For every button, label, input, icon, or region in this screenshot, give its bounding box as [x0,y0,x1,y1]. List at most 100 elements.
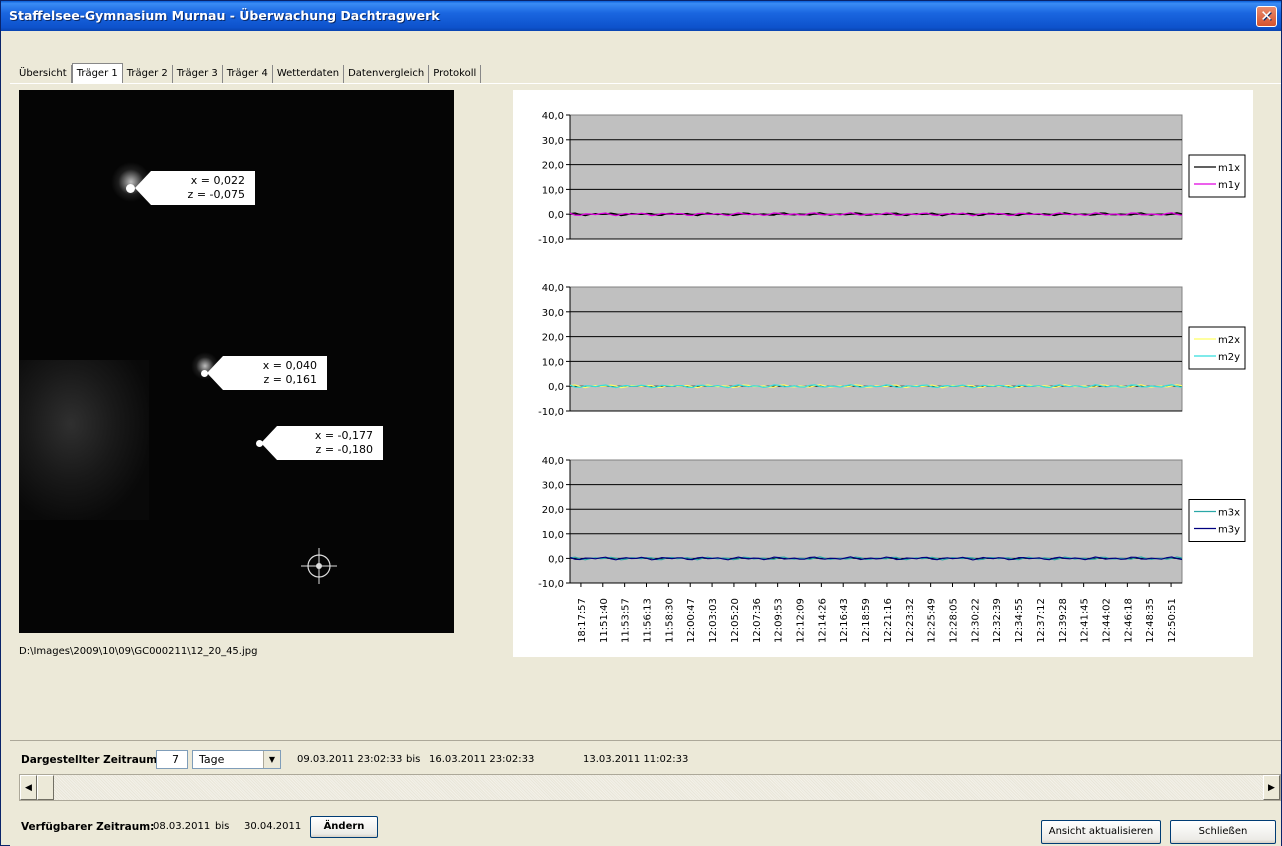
scroll-thumb[interactable] [37,775,54,800]
legend: m1x m1y [1188,154,1246,198]
marker-callout: x = 0,022 z = -0,075 [135,171,255,205]
close-window-button[interactable]: ✕ [1256,6,1277,27]
y-tick-label: 20,0 [542,161,564,172]
scroll-right-button[interactable]: ▶ [1263,775,1280,800]
tab-4[interactable]: Träger 4 [223,65,273,83]
image-file-path: D:\Images\2009\10\09\GC000211\12_20_45.j… [19,646,258,657]
available-from-date: 08.03.2011 [153,821,211,832]
marker-z-value: z = 0,161 [263,373,317,386]
tab-3[interactable]: Träger 3 [173,65,223,83]
tab-1[interactable]: Träger 1 [71,63,123,83]
x-tick-label: 12:05:20 [730,598,741,643]
image-shadow-area [19,360,149,520]
x-tick-label: 12:03:03 [708,598,719,643]
chart-panel-2: 40,0 30,0 20,0 10,0 0,0 -10,0 m2x m2y [538,283,1246,418]
scroll-left-button[interactable]: ◀ [20,775,37,800]
legend-label: m2y [1218,352,1240,363]
title-bar: Staffelsee-Gymnasium Murnau - Überwachun… [1,1,1281,31]
x-tick-label: 12:41:45 [1080,598,1091,643]
x-tick-label: 12:48:35 [1145,598,1156,643]
range-unit-select[interactable]: Tage ▼ [192,750,281,769]
chart-panel-3: 40,0 30,0 20,0 10,0 0,0 -10,0 m3x m3y 18:17:57 11… [538,456,1246,643]
app-window: Staffelsee-Gymnasium Murnau - Überwachun… [0,0,1282,846]
change-button[interactable]: Ändern [310,816,378,838]
y-tick-label: 40,0 [542,111,564,122]
marker-dot [201,370,208,377]
y-tick-label: 40,0 [542,456,564,467]
x-tick-label: 12:21:16 [883,598,894,643]
legend: m3x m3y [1188,499,1246,542]
chart-panel-1: 40,0 30,0 20,0 10,0 0,0 -10,0 m1x m1y [538,111,1246,246]
x-tick-label: 12:00:47 [686,598,697,643]
x-tick-label: 11:56:13 [643,598,654,643]
plot-background [569,286,1183,412]
x-tick-label: 12:07:36 [752,598,763,643]
available-to-date: 30.04.2011 [244,821,302,832]
x-tick-label: 12:12:09 [796,598,807,643]
x-tick-label: 12:28:05 [949,598,960,643]
marker-callout: x = -0,177 z = -0,180 [261,426,383,460]
x-tick-label: 12:30:22 [970,598,981,643]
y-tick-label: 20,0 [542,505,564,516]
tab-2[interactable]: Träger 2 [123,65,173,83]
y-tick-label: 10,0 [542,357,564,368]
x-tick-label: 11:53:57 [621,598,632,643]
y-tick-label: 20,0 [542,333,564,344]
y-tick-label: 40,0 [542,283,564,294]
range-label: Dargestellter Zeitraum: [21,754,162,766]
time-scrollbar[interactable]: ◀ ▶ [19,774,1281,801]
available-range-label: Verfügbarer Zeitraum: [21,821,155,833]
range-days-input[interactable]: 7 [156,750,188,769]
legend-label: m3y [1218,525,1240,536]
x-tick-label: 12:25:49 [927,598,938,643]
tab-6[interactable]: Datenvergleich [344,65,430,83]
marker-x-value: x = -0,177 [314,429,373,442]
y-tick-label: 30,0 [542,308,564,319]
y-tick-label: 0,0 [548,210,564,221]
legend-label: m1x [1218,163,1240,174]
current-time: 13.03.2011 11:02:33 [583,754,689,765]
charts-svg: 40,0 30,0 20,0 10,0 0,0 -10,0 m1x m1y 40,0 30,0 20… [538,111,1246,643]
tab-strip: Übersicht Träger 1 Träger 2 Träger 3 Träger … [15,63,482,83]
legend-label: m2x [1218,335,1240,346]
legend-label: m3x [1218,508,1240,519]
legend: m2x m2y [1188,326,1246,370]
y-tick-label: -10,0 [538,407,564,418]
marker-x-value: x = 0,022 [190,174,245,187]
x-tick-label: 12:46:18 [1123,598,1134,643]
legend-label: m1y [1218,180,1240,191]
plot-background [569,459,1183,584]
marker-z-value: z = -0,075 [187,188,245,201]
x-tick-label: 12:44:02 [1102,598,1113,643]
x-tick-label: 12:50:51 [1167,598,1178,643]
marker-dot [126,184,135,193]
refresh-view-button[interactable]: Ansicht aktualisieren [1041,820,1161,844]
x-tick-label: 12:37:12 [1036,598,1047,643]
x-tick-label: 12:16:43 [839,598,850,643]
y-tick-label: 10,0 [542,530,564,541]
marker-z-value: z = -0,180 [315,443,373,456]
x-tick-label: 12:34:55 [1014,598,1025,643]
crosshair-icon [301,548,337,584]
tab-0[interactable]: Übersicht [15,65,72,83]
range-to-date: 16.03.2011 23:02:33 [429,754,535,765]
marker-x-value: x = 0,040 [262,359,317,372]
x-tick-label: 12:23:32 [905,598,916,643]
close-button[interactable]: Schließen [1170,820,1276,844]
range-bis-label: bis [406,754,421,765]
available-bis-label: bis [215,821,230,832]
y-tick-label: -10,0 [538,235,564,246]
plot-background [569,114,1183,240]
x-tick-label: 12:32:39 [992,598,1003,643]
dropdown-arrow-icon[interactable]: ▼ [263,751,280,768]
y-tick-label: 0,0 [548,382,564,393]
range-unit-value: Tage [199,753,225,766]
y-tick-label: 0,0 [548,554,564,565]
y-tick-label: 30,0 [542,136,564,147]
x-tick-label: 12:18:59 [861,598,872,643]
chart-area: 40,0 30,0 20,0 10,0 0,0 -10,0 m1x m1y 40,0 30,0 20… [513,90,1253,657]
y-tick-label: 10,0 [542,185,564,196]
tab-7[interactable]: Protokoll [429,65,482,83]
window-title: Staffelsee-Gymnasium Murnau - Überwachun… [9,8,440,23]
tab-5[interactable]: Wetterdaten [273,65,345,83]
